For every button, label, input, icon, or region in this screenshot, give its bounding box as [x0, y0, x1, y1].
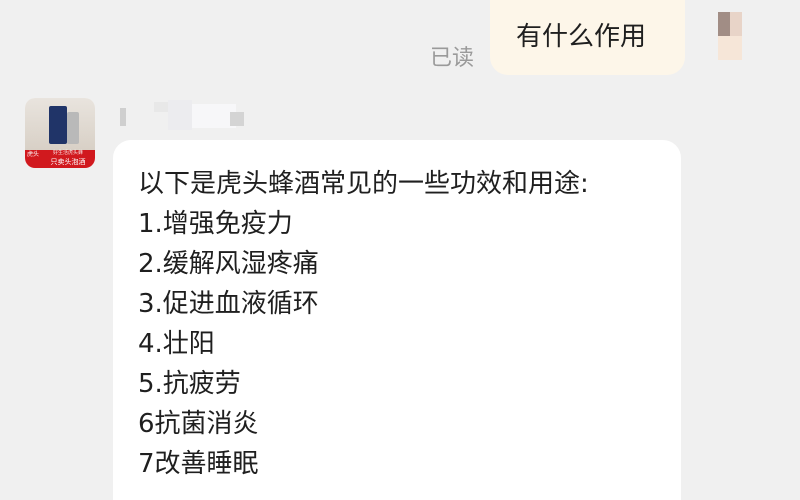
message-line: 1.增强免疫力 — [138, 209, 293, 239]
avatar-banner-main: 只卖头泡酒 — [50, 158, 86, 166]
message-line: 4.壮阳 — [138, 329, 215, 359]
seller-name-redacted — [120, 100, 260, 130]
avatar-banner: 好生活虎头蜂 只卖头泡酒 — [41, 150, 95, 168]
my-avatar[interactable] — [718, 12, 744, 62]
message-line: 以下是虎头蜂酒常见的一些功效和用途: — [138, 169, 589, 199]
message-line: 5.抗疲劳 — [138, 369, 241, 399]
avatar-badge: 虎头 — [25, 150, 41, 168]
message-line: 2.缓解风湿疼痛 — [138, 249, 319, 279]
outgoing-message-bubble[interactable]: 有什么作用 — [490, 0, 685, 75]
message-line: 3.促进血液循环 — [138, 289, 319, 319]
bottle-icon — [67, 112, 79, 144]
read-status: 已读 — [430, 46, 475, 71]
seller-avatar[interactable]: 虎头 好生活虎头蜂 只卖头泡酒 — [25, 98, 95, 168]
avatar-banner-small: 好生活虎头蜂 — [52, 150, 83, 156]
incoming-message-bubble[interactable]: 以下是虎头蜂酒常见的一些功效和用途: 1.增强免疫力 2.缓解风湿疼痛 3.促进… — [113, 140, 681, 500]
message-line: 7改善睡眠 — [138, 449, 259, 479]
message-line: 6抗菌消炎 — [138, 409, 259, 439]
bottle-icon — [49, 106, 67, 144]
outgoing-message-text: 有什么作用 — [516, 22, 647, 52]
